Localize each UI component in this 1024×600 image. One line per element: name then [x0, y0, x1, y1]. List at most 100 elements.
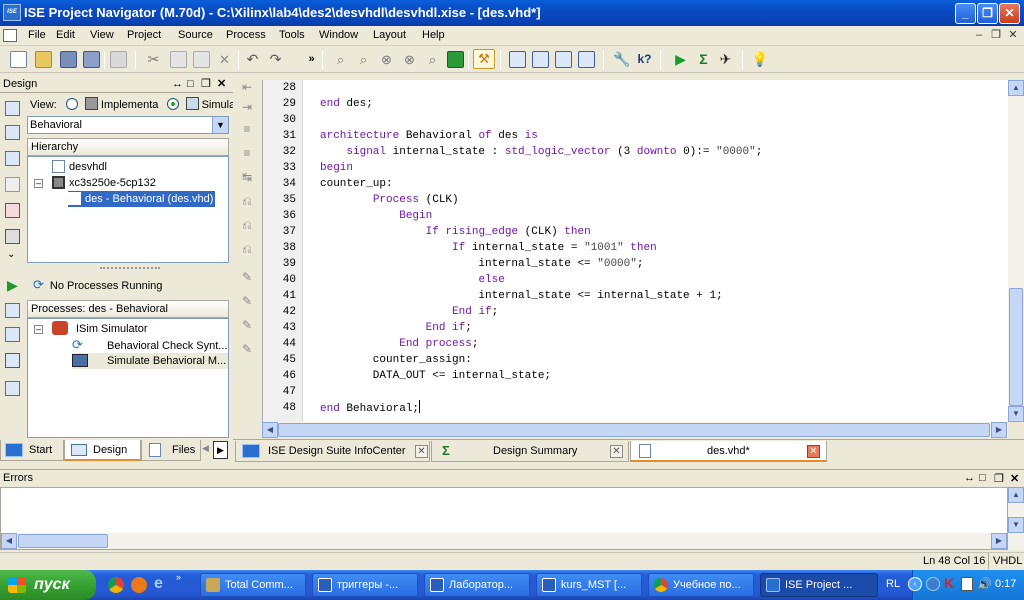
tab-design-summary[interactable]: Σ Design Summary ✕	[431, 441, 629, 462]
chrome-icon[interactable]	[108, 577, 124, 593]
zoom-out-icon[interactable]: ⌕	[355, 51, 372, 68]
taskbar-chrome[interactable]: Учебное по...	[648, 573, 754, 597]
save-all-icon[interactable]	[83, 51, 100, 68]
tile-vertical-icon[interactable]	[555, 51, 572, 68]
implementation-radio[interactable]	[65, 98, 78, 110]
cut-icon[interactable]: ✂	[145, 51, 162, 68]
mdi-restore-icon[interactable]: ❐	[989, 28, 1003, 42]
design-view-dropdown[interactable]: Behavioral ▼	[27, 116, 229, 134]
paste-icon[interactable]	[193, 51, 210, 68]
clear-bookmarks-icon[interactable]: ✎	[239, 319, 255, 332]
refresh-icon[interactable]	[447, 51, 464, 68]
ie-icon[interactable]: e	[154, 575, 163, 593]
menu-tools[interactable]: Tools	[279, 29, 305, 41]
browser-icon[interactable]	[131, 577, 147, 593]
code-line[interactable]: End if;	[320, 304, 498, 320]
code-line[interactable]: End process;	[320, 336, 478, 352]
cascade-icon[interactable]	[509, 51, 526, 68]
language-template-icon[interactable]: ✎	[239, 295, 255, 308]
chevron-down-icon[interactable]: ▼	[212, 117, 228, 133]
undo-icon[interactable]: ↶	[244, 51, 261, 68]
new-file-icon[interactable]	[10, 51, 27, 68]
tab-design[interactable]: Design	[64, 440, 141, 461]
panel-close-icon[interactable]: ✕	[1010, 472, 1019, 485]
insert-template-icon[interactable]: ✎	[239, 271, 255, 284]
restore-button[interactable]: ❐	[977, 3, 998, 24]
uncomment-icon[interactable]: ≡	[239, 147, 255, 160]
errors-list[interactable]: ◀ ▶	[0, 487, 1008, 550]
panel-float-icon[interactable]: ❐	[994, 472, 1004, 485]
menu-help[interactable]: Help	[422, 29, 445, 41]
quicklaunch-chevron-icon[interactable]: »	[176, 572, 181, 582]
code-line[interactable]: If internal_state = "1001" then	[320, 240, 657, 256]
new-source-icon[interactable]	[5, 151, 20, 166]
zoom-in-icon[interactable]: ⌕	[332, 51, 349, 68]
redo-icon[interactable]: ↷	[267, 51, 284, 68]
volume-icon[interactable]: 🔊	[977, 577, 992, 591]
tab-des-vhd[interactable]: des.vhd* ✕	[630, 441, 827, 462]
menu-edit[interactable]: Edit	[56, 29, 75, 41]
panel-minimize-icon[interactable]: □	[187, 75, 194, 93]
errors-horizontal-scrollbar[interactable]: ◀ ▶	[1, 533, 1007, 549]
add-copy-source-icon[interactable]	[5, 125, 20, 140]
tree-item-project[interactable]: desvhdl	[52, 159, 107, 175]
menu-view[interactable]: View	[90, 29, 114, 41]
taskbar-word-lab[interactable]: Лаборатор...	[424, 573, 530, 597]
tab-close-icon[interactable]: ✕	[415, 445, 428, 458]
delete-icon[interactable]: ✕	[216, 51, 233, 68]
panel-resize-icon[interactable]: ↔	[172, 75, 183, 93]
hammer-icon[interactable]: ⚒	[473, 49, 495, 69]
menu-project[interactable]: Project	[127, 29, 161, 41]
vertical-scrollbar[interactable]: ▲ ▼	[1008, 80, 1024, 422]
scroll-right-icon[interactable]: ▶	[991, 422, 1007, 438]
taskbar-total-commander[interactable]: Total Comm...	[200, 573, 306, 597]
code-line[interactable]: internal_state <= "0000";	[320, 256, 643, 272]
code-line[interactable]: counter_up:	[320, 176, 393, 192]
tile-horizontal-icon[interactable]	[532, 51, 549, 68]
help-pointer-icon[interactable]: k?	[636, 51, 653, 68]
rerun-all-icon[interactable]	[5, 327, 20, 342]
open-without-update-icon[interactable]	[5, 381, 20, 396]
horizontal-scroll-thumb[interactable]	[278, 423, 990, 437]
code-editor[interactable]: 28 29 30 31 32 33 34 35 36 37 38 39 40 41 42 43 44 45 46 47…	[262, 80, 1008, 422]
panel-minimize-icon[interactable]: □	[979, 472, 986, 484]
process-simulate[interactable]: Simulate Behavioral M...	[72, 353, 228, 369]
stop-icon[interactable]	[5, 353, 20, 368]
menu-process[interactable]: Process	[226, 29, 266, 41]
scroll-down-icon[interactable]: ▼	[1008, 406, 1024, 422]
minimize-button[interactable]: _	[955, 3, 976, 24]
start-button[interactable]: пуск	[0, 570, 96, 600]
chevron-down-icon[interactable]: ⌄	[7, 249, 15, 260]
code-line[interactable]: signal internal_state : std_logic_vector…	[320, 144, 762, 160]
hierarchy-icon[interactable]	[5, 177, 20, 192]
zoom-full-icon[interactable]: ⊗	[378, 51, 395, 68]
antivirus-icon[interactable]: K	[944, 575, 954, 591]
taskbar-word-kurs[interactable]: kurs_MST [...	[536, 573, 642, 597]
prev-bookmark-icon[interactable]: ⎌	[239, 243, 255, 256]
panel-close-icon[interactable]: ✕	[217, 75, 226, 93]
process-isim[interactable]: ISim Simulator	[52, 321, 148, 337]
code-line[interactable]: internal_state <= internal_state + 1;	[320, 288, 722, 304]
open-folder-icon[interactable]	[35, 51, 52, 68]
menu-window[interactable]: Window	[319, 29, 358, 41]
code-line[interactable]: architecture Behavioral of des is	[320, 128, 538, 144]
indent-left-icon[interactable]: ⇤	[239, 81, 255, 94]
menu-source[interactable]: Source	[178, 29, 213, 41]
panel-resize-icon[interactable]: ↔	[964, 472, 975, 484]
goto-line-icon[interactable]: ↹	[239, 171, 255, 184]
zoom-select-icon[interactable]: ⌕	[424, 51, 441, 68]
menu-file[interactable]: File	[28, 29, 46, 41]
tab-infocenter[interactable]: ISE Design Suite InfoCenter ✕	[235, 441, 430, 462]
comment-icon[interactable]: ≡	[239, 123, 255, 136]
code-line[interactable]: counter_assign:	[320, 352, 472, 368]
code-line[interactable]: Process (CLK)	[320, 192, 459, 208]
scroll-left-icon[interactable]: ◀	[1, 533, 17, 549]
code-line[interactable]: If rising_edge (CLK) then	[320, 224, 591, 240]
scroll-right-icon[interactable]: ▶	[991, 533, 1007, 549]
tab-scroll-right-icon[interactable]: ▶	[213, 441, 228, 459]
horizontal-scrollbar[interactable]: ◀ ▶	[262, 422, 1008, 438]
code-line[interactable]: End if;	[320, 320, 472, 336]
horizontal-scroll-thumb[interactable]	[18, 534, 108, 548]
menu-layout[interactable]: Layout	[373, 29, 406, 41]
tree-item-device[interactable]: xc3s250e-5cp132	[52, 175, 156, 191]
